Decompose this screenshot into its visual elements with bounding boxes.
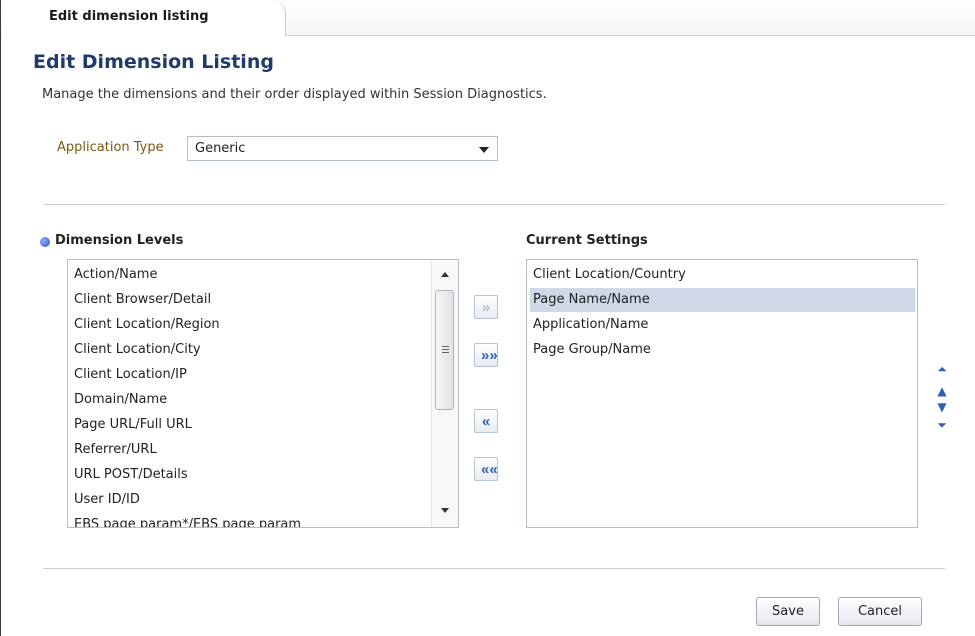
divider-bottom <box>43 568 945 569</box>
grip-line <box>442 346 449 347</box>
move-down-icon[interactable]: ▼ <box>934 400 950 414</box>
move-up-icon[interactable]: ▲ <box>934 384 950 398</box>
application-type-value: Generic <box>195 141 246 156</box>
grip-line <box>442 352 449 353</box>
list-item[interactable]: Client Location/City <box>74 342 201 357</box>
list-item[interactable]: User ID/ID <box>74 492 140 507</box>
scrollbar-thumb[interactable] <box>435 290 454 410</box>
list-item[interactable]: Client Browser/Detail <box>74 292 211 307</box>
list-item-selected[interactable]: Page Name/Name <box>533 292 650 307</box>
list-item[interactable]: Domain/Name <box>74 392 167 407</box>
window-border <box>0 0 1 636</box>
scroll-up-arrow-icon[interactable] <box>441 272 449 277</box>
list-item[interactable]: EBS page param*/EBS page param <box>74 517 301 527</box>
scroll-down-arrow-icon[interactable] <box>441 508 449 513</box>
tab-strip: Edit dimension listing <box>1 0 975 36</box>
move-all-button[interactable]: »» <box>474 343 498 367</box>
current-settings-list[interactable]: Client Location/Country Page Name/Name A… <box>526 259 918 528</box>
tab-label: Edit dimension listing <box>49 9 209 24</box>
move-top-icon[interactable]: ⏶ <box>934 362 950 376</box>
cancel-button[interactable]: Cancel <box>838 597 922 626</box>
current-settings-title: Current Settings <box>526 233 648 248</box>
list-item[interactable]: Client Location/Region <box>74 317 220 332</box>
dimension-levels-scrollbar[interactable] <box>431 261 458 526</box>
list-item[interactable]: Application/Name <box>533 317 648 332</box>
page-description: Manage the dimensions and their order di… <box>42 87 547 102</box>
application-type-select[interactable]: Generic <box>187 136 498 161</box>
tab-edit-dimension-listing[interactable]: Edit dimension listing <box>2 0 286 36</box>
move-bottom-icon[interactable]: ⏷ <box>934 418 950 432</box>
page-title: Edit Dimension Listing <box>33 51 274 73</box>
list-item[interactable]: Page URL/Full URL <box>74 417 192 432</box>
move-button[interactable]: » <box>474 295 498 319</box>
info-bullet-icon <box>40 237 50 247</box>
list-item[interactable]: Client Location/IP <box>74 367 187 382</box>
dimension-levels-list[interactable]: Action/Name Client Browser/Detail Client… <box>67 259 459 528</box>
application-type-label: Application Type <box>57 140 164 155</box>
list-item[interactable]: Referrer/URL <box>74 442 157 457</box>
list-item[interactable]: Action/Name <box>74 267 157 282</box>
dimension-levels-title: Dimension Levels <box>55 233 184 248</box>
chevron-down-icon <box>479 147 489 153</box>
list-item[interactable]: Client Location/Country <box>533 267 686 282</box>
list-item[interactable]: URL POST/Details <box>74 467 188 482</box>
save-button[interactable]: Save <box>756 597 820 626</box>
divider-top <box>43 204 945 205</box>
remove-button[interactable]: « <box>474 409 498 433</box>
remove-all-button[interactable]: «« <box>474 457 498 481</box>
grip-line <box>442 349 449 350</box>
list-item[interactable]: Page Group/Name <box>533 342 651 357</box>
